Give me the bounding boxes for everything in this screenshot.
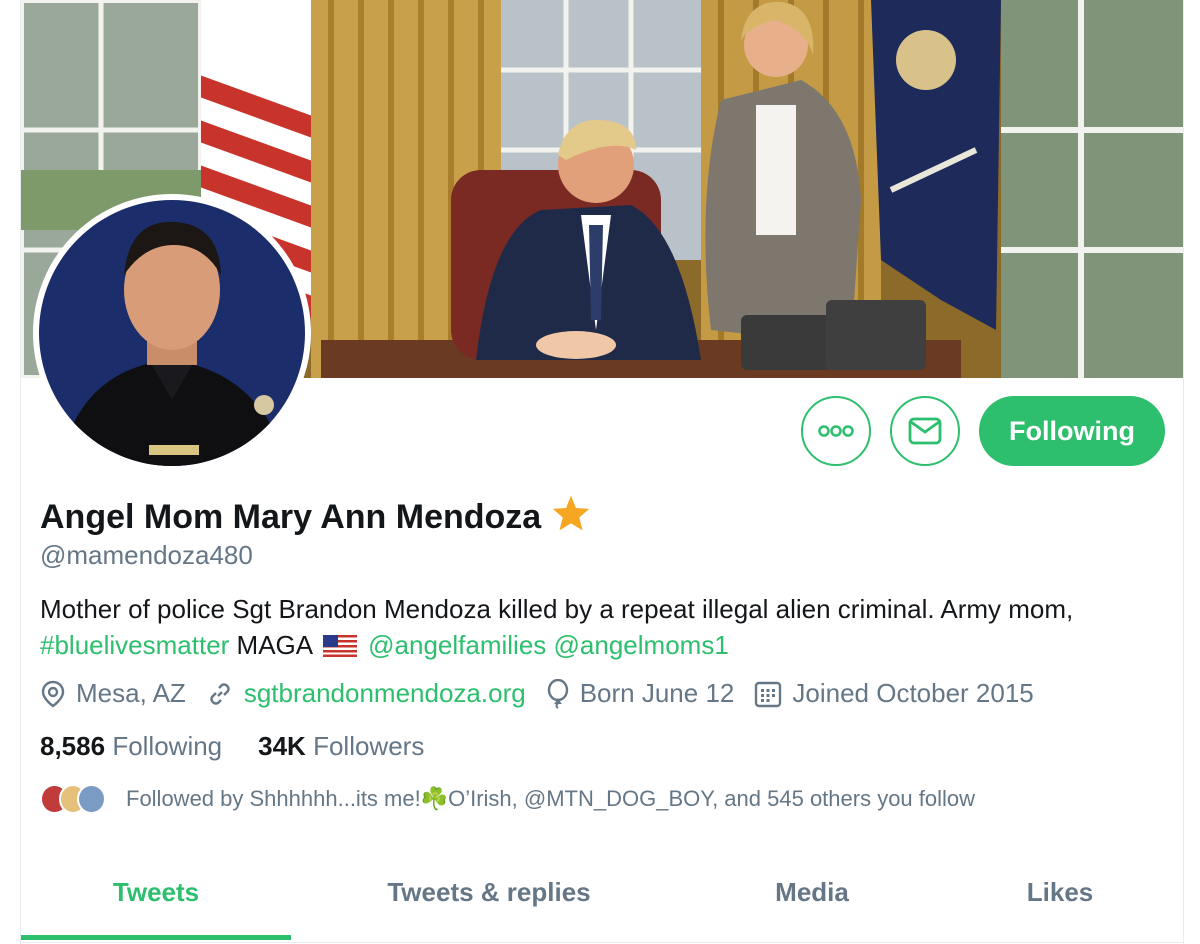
tab-tweets[interactable]: Tweets <box>21 846 291 940</box>
profile-counts: 8,586 Following 34K Followers <box>40 731 460 762</box>
followed-by-row[interactable]: Followed by Shhhhhh...its me!☘️O’Irish, … <box>40 784 975 814</box>
profile-avatar[interactable] <box>33 194 311 472</box>
followed-by-avatars <box>40 784 107 814</box>
birthday-text: Born June 12 <box>579 678 735 708</box>
envelope-icon <box>908 417 942 445</box>
us-flag-emoji-icon <box>322 630 357 666</box>
website-link[interactable]: sgtbrandonmendoza.org <box>244 678 526 709</box>
following-count-link[interactable]: 8,586 Following <box>40 731 222 762</box>
officer-portrait <box>39 200 305 466</box>
followers-count-link[interactable]: 34K Followers <box>258 731 424 762</box>
profile-joined: Joined October 2015 <box>754 678 1034 709</box>
location-text: Mesa, AZ <box>76 678 186 708</box>
display-name: Angel Mom Mary Ann Mendoza <box>40 498 542 536</box>
more-button[interactable] <box>801 396 871 466</box>
followers-count: 34K <box>258 731 306 761</box>
profile-meta: Mesa, AZ sgtbrandonmendoza.org Born June… <box>40 678 1054 709</box>
tab-tweets-and-replies[interactable]: Tweets & replies <box>291 846 687 938</box>
profile-bio: Mother of police Sgt Brandon Mendoza kil… <box>40 591 1170 666</box>
tab-media[interactable]: Media <box>687 846 937 938</box>
bio-mention-link-2[interactable]: @angelmoms1 <box>554 630 729 660</box>
followed-by-text: Followed by Shhhhhh...its me!☘️O’Irish, … <box>126 786 976 811</box>
display-name-row: Angel Mom Mary Ann Mendoza <box>40 494 591 541</box>
link-icon <box>210 682 230 705</box>
follower-avatar <box>77 784 107 814</box>
bio-mention-link-1[interactable]: @angelfamilies <box>368 630 546 660</box>
followers-label: Followers <box>313 731 425 761</box>
star-icon <box>551 494 591 541</box>
tab-likes[interactable]: Likes <box>937 846 1183 938</box>
profile-page: Following Angel Mom Mary Ann Mendoza @ma… <box>20 0 1184 944</box>
joined-text: Joined October 2015 <box>792 678 1034 708</box>
following-button[interactable]: Following <box>979 396 1165 466</box>
profile-website: sgtbrandonmendoza.org <box>206 678 526 709</box>
location-pin-icon <box>41 680 65 707</box>
bio-text-2: MAGA <box>236 630 312 660</box>
more-dots-icon <box>818 425 854 437</box>
profile-tabs: Tweets Tweets & replies Media Likes <box>21 846 1183 943</box>
balloon-icon <box>547 678 568 709</box>
bio-text-1: Mother of police Sgt Brandon Mendoza kil… <box>40 594 1074 624</box>
profile-handle: @mamendoza480 <box>40 540 253 570</box>
calendar-icon <box>755 681 782 707</box>
following-label: Following <box>112 731 223 761</box>
profile-location: Mesa, AZ <box>40 678 186 709</box>
bio-hashtag-link[interactable]: #bluelivesmatter <box>40 630 229 660</box>
following-count: 8,586 <box>40 731 106 761</box>
message-button[interactable] <box>890 396 960 466</box>
profile-birthday: Born June 12 <box>546 678 735 709</box>
